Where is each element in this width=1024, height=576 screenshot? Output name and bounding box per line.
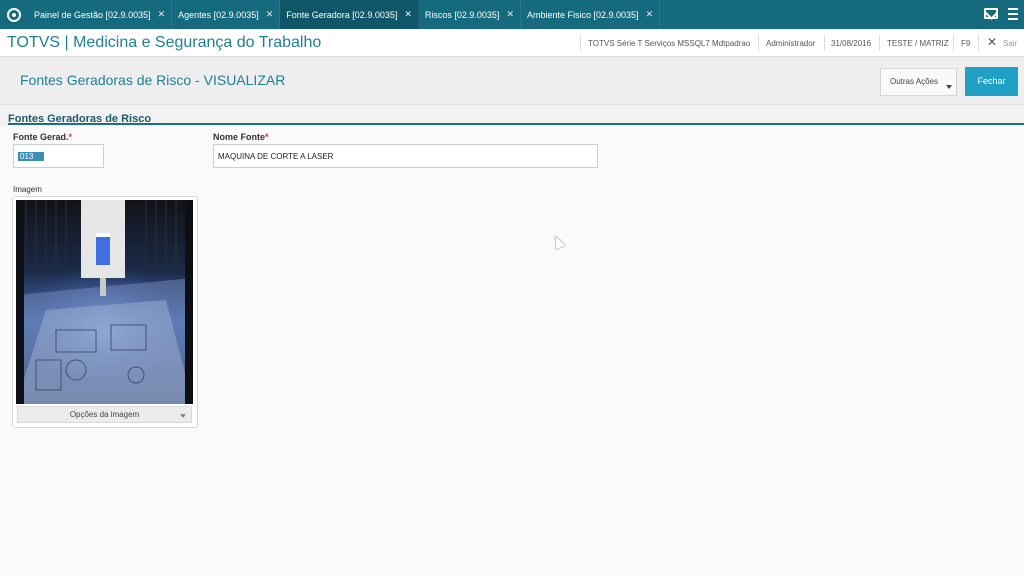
other-actions-button[interactable]: Outras Ações (880, 68, 957, 96)
section-title: Fontes Geradoras de Risco (8, 113, 152, 125)
tab-label: Agentes [02.9.0035] (178, 9, 259, 20)
f9-shortcut[interactable]: F9 (961, 39, 970, 48)
laser-machine-image (16, 200, 193, 404)
tab-label: Riscos [02.9.0035] (424, 9, 500, 20)
divider (978, 35, 979, 51)
image-frame: Opções da imagem (12, 196, 198, 428)
tab-riscos[interactable]: Riscos [02.9.0035] ✕ (419, 0, 521, 29)
other-actions-label: Outras Ações (890, 77, 939, 86)
divider (758, 35, 759, 51)
system-date[interactable]: 31/08/2016 (831, 39, 871, 48)
tab-agentes[interactable]: Agentes [02.9.0035] ✕ (172, 0, 281, 29)
close-icon[interactable]: ✕ (404, 9, 412, 20)
divider (879, 35, 880, 51)
page-title-bar: Fontes Geradoras de Risco - VISUALIZAR O… (0, 57, 1024, 105)
divider (824, 35, 825, 51)
close-icon[interactable]: ✕ (266, 9, 274, 20)
machine-photo (16, 200, 193, 404)
tab-ambiente-fisico[interactable]: Ambiente Fisico [02.9.0035] ✕ (521, 0, 661, 29)
divider (580, 35, 581, 51)
divider (953, 35, 954, 51)
image-options-button[interactable]: Opções da imagem (17, 406, 192, 423)
close-button[interactable]: Fechar (965, 67, 1018, 96)
close-icon[interactable]: ✕ (506, 9, 514, 20)
image-label: Imagem (13, 185, 42, 194)
section-header: Fontes Geradoras de Risco (8, 109, 1024, 125)
tab-label: Fonte Geradora [02.9.0035] (286, 9, 398, 20)
tab-painel-gestao[interactable]: Painel de Gestão [02.9.0035] ✕ (28, 0, 173, 29)
user-name[interactable]: Administrador (766, 39, 815, 48)
source-code-field[interactable]: 013 (13, 144, 104, 168)
required-mark: * (265, 132, 269, 142)
image-options-label: Opções da imagem (69, 410, 140, 419)
logout-icon[interactable]: ✕ (987, 35, 997, 49)
source-name-label: Nome Fonte* (213, 132, 269, 142)
tab-fonte-geradora[interactable]: Fonte Geradora [02.9.0035] ✕ (280, 0, 419, 29)
source-code-value: 013 (18, 152, 44, 161)
menu-icon[interactable] (1008, 8, 1018, 23)
close-icon[interactable]: ✕ (646, 9, 654, 20)
tab-label: Ambiente Fisico [02.9.0035] (526, 9, 639, 20)
tab-bar: Painel de Gestão [02.9.0035] ✕ Agentes [… (0, 0, 1024, 29)
app-header: TOTVS | Medicina e Segurança do Trabalho… (0, 29, 1024, 57)
totvs-logo-icon[interactable] (0, 0, 28, 29)
required-mark: * (68, 132, 73, 142)
app-title: TOTVS | Medicina e Segurança do Trabalho (7, 34, 322, 51)
logout-link[interactable]: Sair (1003, 39, 1017, 48)
close-icon[interactable]: ✕ (158, 9, 166, 20)
chevron-down-icon (180, 414, 186, 418)
page-title: Fontes Geradoras de Risco - VISUALIZAR (20, 72, 286, 88)
tab-label: Painel de Gestão [02.9.0035] (34, 9, 151, 20)
source-code-label: Fonte Gerad.* (13, 132, 73, 142)
environment-info: TOTVS Série T Serviços MSSQL7 Mdtpadrao (588, 39, 751, 48)
source-name-field[interactable]: MAQUINA DE CORTE A LASER (213, 144, 598, 168)
mail-icon[interactable] (984, 8, 998, 19)
source-name-value: MAQUINA DE CORTE A LASER (218, 152, 334, 161)
branch-info[interactable]: TESTE / MATRIZ (887, 39, 949, 48)
chevron-down-icon (946, 85, 952, 89)
